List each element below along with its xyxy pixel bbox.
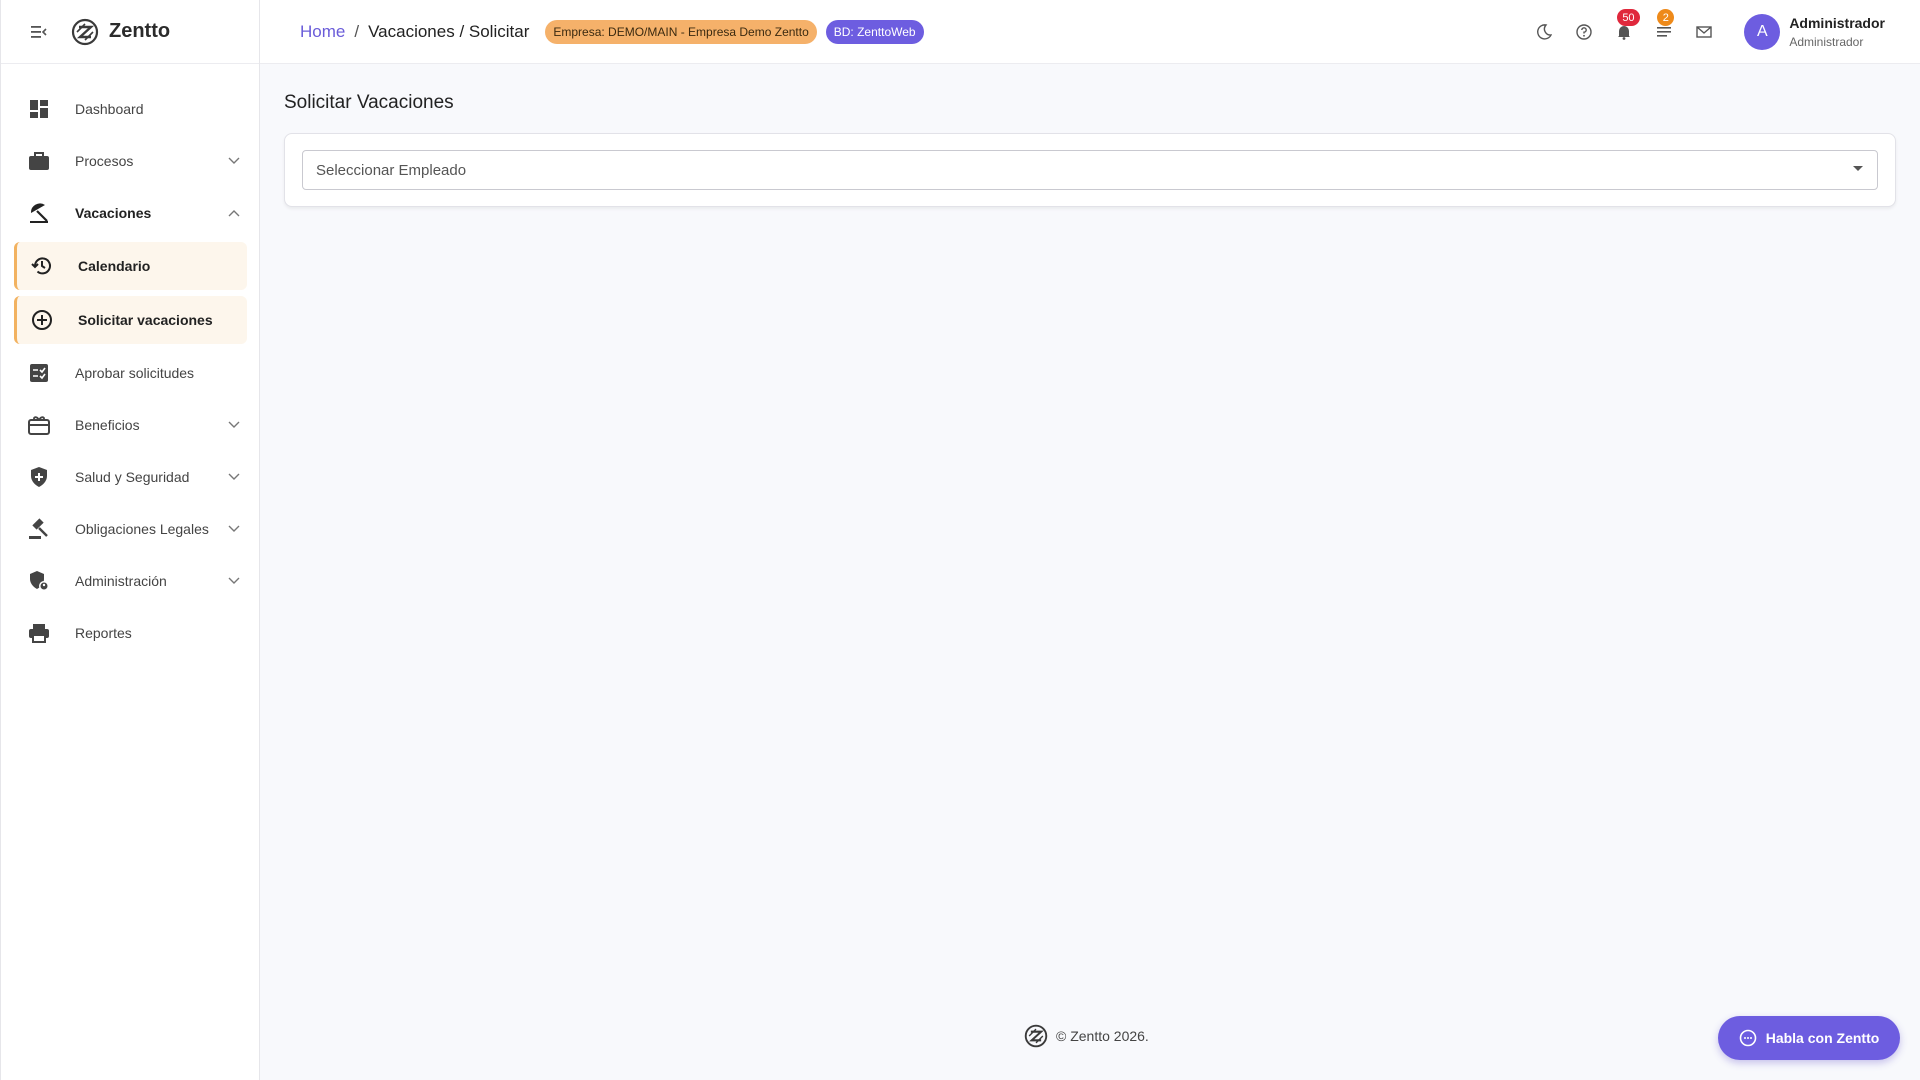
user-info[interactable]: Administrador Administrador [1789, 15, 1885, 49]
chat-with-zentto-button[interactable]: Habla con Zentto [1718, 1016, 1900, 1060]
zentto-logo-icon [1024, 1024, 1048, 1048]
printer-icon [26, 620, 52, 646]
notifications-bell-icon[interactable]: 50 [1612, 9, 1640, 44]
footer-copyright: © Zentto 2026. [1056, 1028, 1149, 1044]
chevron-down-icon [227, 470, 241, 484]
app-logo[interactable]: Zentto [71, 18, 170, 46]
breadcrumb: Home / Vacaciones / Solicitar Empresa: D… [300, 19, 924, 44]
user-name: Administrador [1789, 15, 1885, 31]
admin-shield-icon [26, 568, 52, 594]
sidebar-nav: Dashboard Procesos Vacaciones Calendario… [1, 64, 259, 656]
add-circle-icon [29, 307, 55, 333]
sidebar-item-vacaciones[interactable]: Vacaciones [13, 190, 247, 236]
breadcrumb-separator: / [354, 21, 360, 41]
sidebar-item-aprobar-solicitudes[interactable]: Aprobar solicitudes [13, 350, 247, 396]
footer: © Zentto 2026. [1024, 1024, 1149, 1048]
sidebar-item-label: Reportes [75, 625, 132, 641]
mail-icon[interactable] [1692, 20, 1716, 44]
sidebar-item-label: Salud y Seguridad [75, 469, 190, 485]
sidebar-item-procesos[interactable]: Procesos [13, 138, 247, 184]
user-role: Administrador [1789, 35, 1864, 49]
beach-umbrella-icon [26, 200, 52, 226]
sidebar-item-salud-seguridad[interactable]: Salud y Seguridad [13, 454, 247, 500]
sidebar-item-label: Calendario [78, 258, 151, 274]
sidebar-item-solicitar-vacaciones[interactable]: Solicitar vacaciones [14, 296, 247, 344]
employee-select-card: Seleccionar Empleado [284, 133, 1896, 207]
chevron-down-icon [227, 418, 241, 432]
page-title: Solicitar Vacaciones [284, 92, 454, 113]
sidebar: Zentto Dashboard Procesos Vacaciones Cal… [0, 0, 260, 1080]
dark-mode-icon[interactable] [1532, 20, 1556, 44]
avatar[interactable]: A [1744, 14, 1781, 50]
app-name: Zentto [109, 20, 171, 42]
breadcrumb-home-link[interactable]: Home [300, 22, 345, 42]
sidebar-item-label: Dashboard [75, 101, 144, 117]
sidebar-item-label: Obligaciones Legales [75, 521, 209, 537]
dropdown-caret-icon [1853, 166, 1863, 171]
database-badge[interactable]: BD: ZenttoWeb [825, 19, 924, 44]
chevron-down-icon [227, 522, 241, 536]
sidebar-item-calendario[interactable]: Calendario [14, 242, 247, 290]
history-icon [29, 253, 55, 279]
sidebar-item-administracion[interactable]: Administración [13, 558, 247, 604]
sidebar-item-label: Administración [75, 573, 167, 589]
dashboard-icon [26, 96, 52, 122]
sidebar-item-label: Solicitar vacaciones [78, 312, 213, 328]
sidebar-item-reportes[interactable]: Reportes [13, 610, 247, 656]
top-bar: Home / Vacaciones / Solicitar Empresa: D… [260, 0, 1920, 64]
zentto-logo-icon [71, 18, 99, 45]
menu-collapse-icon[interactable] [29, 22, 49, 42]
checklist-icon [26, 360, 52, 386]
chat-bubble-icon [1739, 1029, 1757, 1047]
tasks-list-icon[interactable]: 2 [1652, 9, 1676, 44]
gift-card-icon [26, 412, 52, 438]
notifications-count-badge: 50 [1617, 9, 1640, 26]
employee-select[interactable]: Seleccionar Empleado [302, 150, 1878, 190]
chevron-down-icon [227, 154, 241, 168]
chevron-up-icon [227, 206, 241, 220]
help-icon[interactable] [1572, 20, 1596, 44]
chat-button-label: Habla con Zentto [1765, 1030, 1880, 1046]
sidebar-item-label: Procesos [75, 153, 134, 169]
breadcrumb-current: Vacaciones / Solicitar [368, 21, 530, 41]
sidebar-item-label: Beneficios [75, 417, 140, 433]
sidebar-item-label: Vacaciones [75, 205, 152, 221]
top-bar-actions: 50 2 A Administrador Administrador [1532, 0, 1920, 64]
chevron-down-icon [227, 574, 241, 588]
sidebar-item-obligaciones-legales[interactable]: Obligaciones Legales [13, 506, 247, 552]
shield-icon [26, 464, 52, 490]
sidebar-item-dashboard[interactable]: Dashboard [13, 86, 247, 132]
briefcase-icon [26, 148, 52, 174]
sidebar-item-label: Aprobar solicitudes [75, 365, 195, 381]
sidebar-header: Zentto [1, 0, 259, 64]
employee-select-placeholder: Seleccionar Empleado [316, 161, 467, 179]
empresa-badge[interactable]: Empresa: DEMO/MAIN - Empresa Demo Zentto [545, 19, 817, 44]
gavel-icon [26, 516, 52, 542]
sidebar-item-beneficios[interactable]: Beneficios [13, 402, 247, 448]
